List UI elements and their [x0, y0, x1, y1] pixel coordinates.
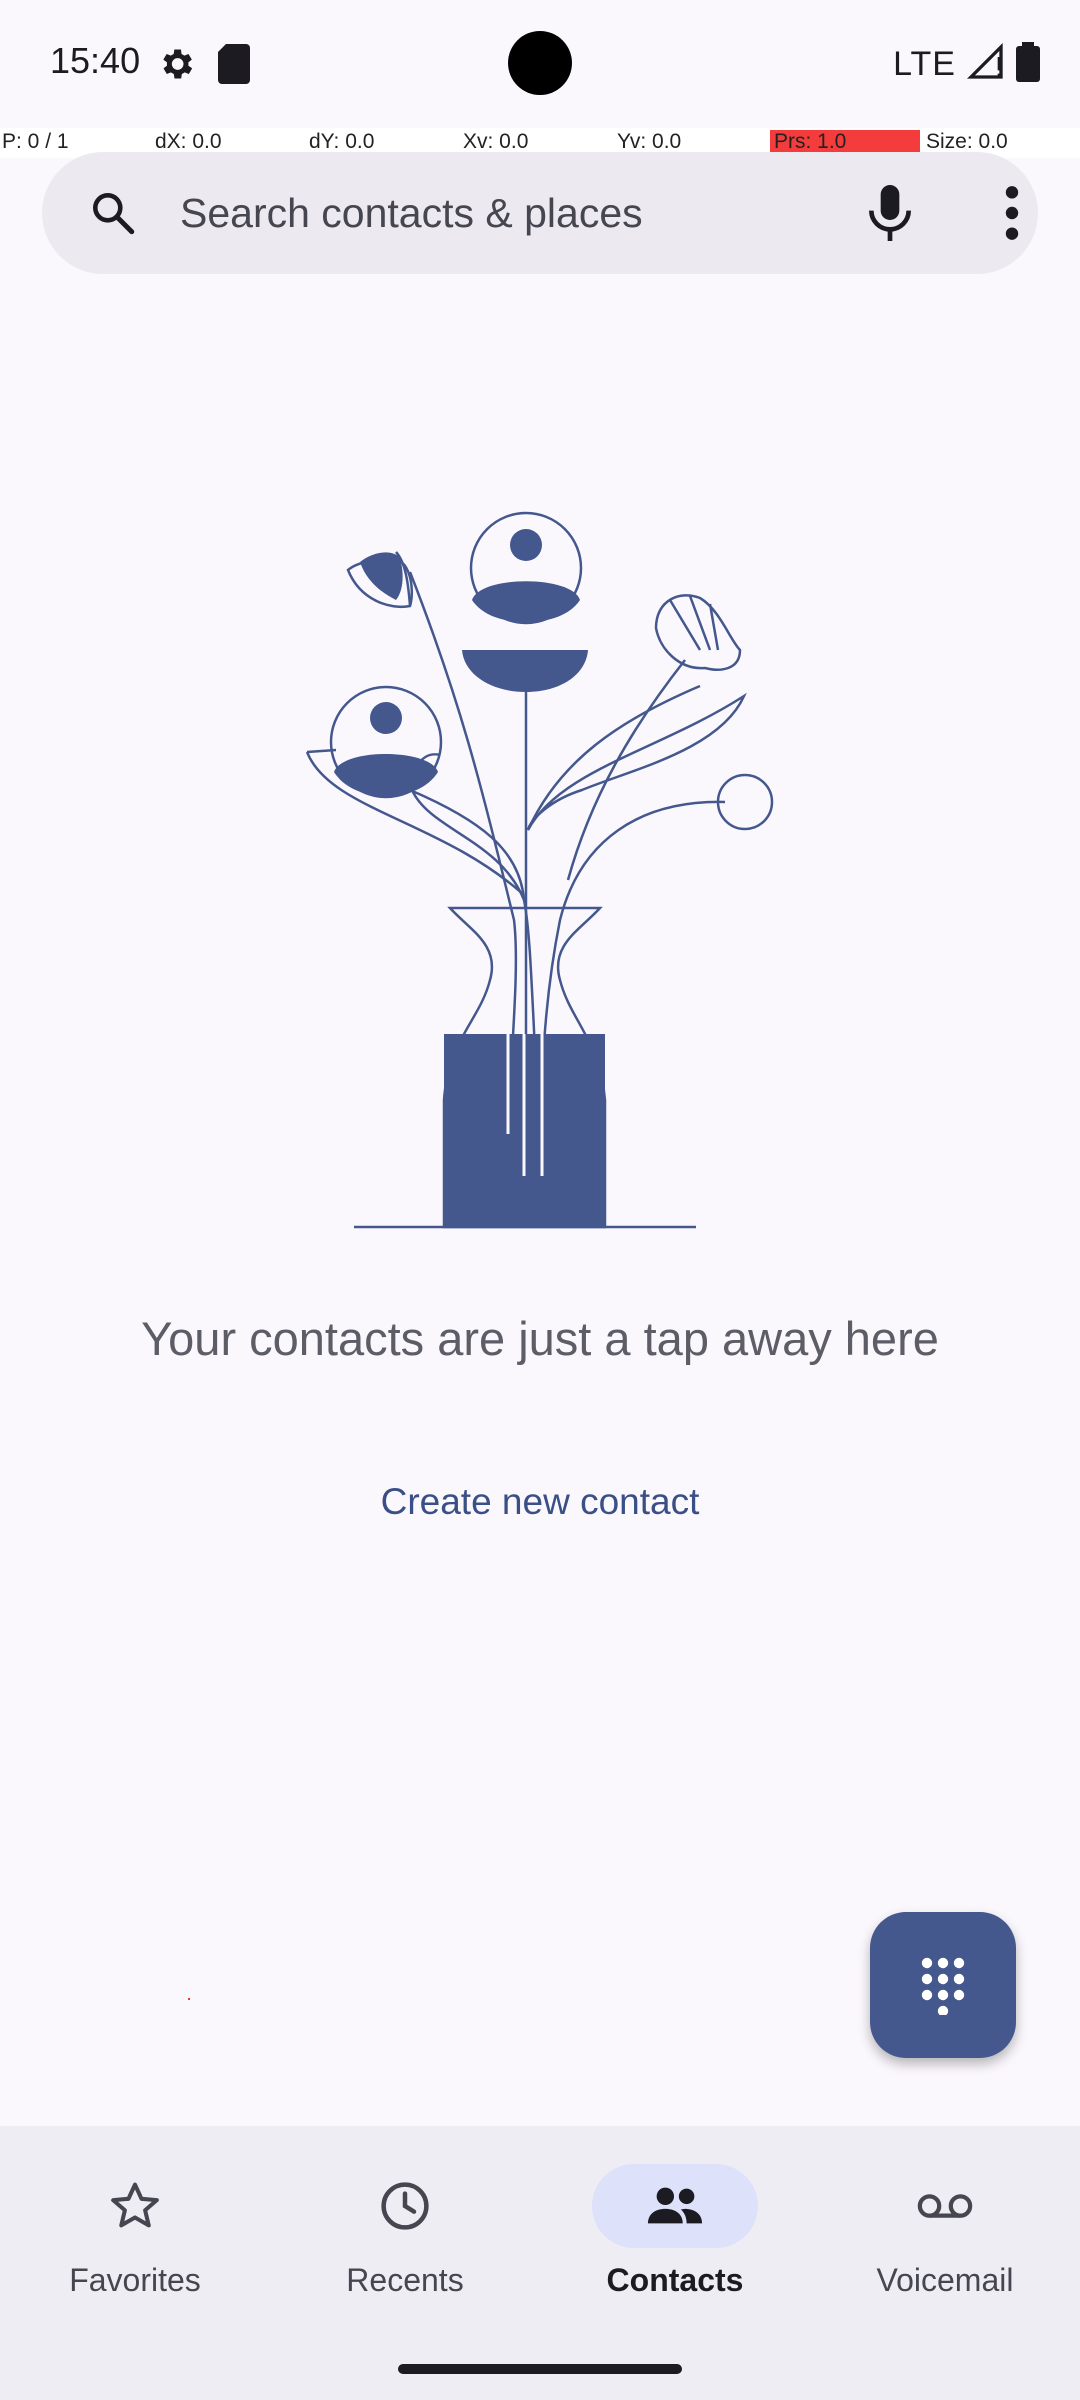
people-icon: [592, 2164, 758, 2248]
search-input[interactable]: [178, 182, 832, 244]
nav-contacts[interactable]: Contacts: [540, 2126, 810, 2326]
voicemail-icon: [862, 2164, 1028, 2248]
search-icon[interactable]: [88, 188, 138, 243]
debug-dx: dX: 0.0: [155, 130, 222, 153]
status-right: LTE: [893, 42, 1040, 87]
debug-dy: dY: 0.0: [309, 130, 375, 153]
battery-icon: [1016, 42, 1040, 87]
nav-label-contacts: Contacts: [606, 2262, 744, 2298]
sd-card-icon: [218, 44, 250, 89]
nav-label-recents: Recents: [346, 2262, 464, 2298]
network-label: LTE: [893, 45, 956, 83]
nav-favorites[interactable]: Favorites: [0, 2126, 270, 2326]
search-bar[interactable]: [42, 152, 1038, 274]
nav-recents[interactable]: Recents: [270, 2126, 540, 2326]
debug-pointer: P: 0 / 1: [2, 130, 69, 153]
clock-icon: [322, 2164, 488, 2248]
gesture-handle[interactable]: [398, 2364, 682, 2374]
microphone-icon[interactable]: [862, 182, 918, 249]
debug-xv: Xv: 0.0: [463, 130, 529, 153]
status-time: 15:40: [50, 40, 141, 81]
debug-size: Size: 0.0: [926, 130, 1008, 153]
debug-yv: Yv: 0.0: [617, 130, 682, 153]
bottom-navigation: Favorites Recents Contacts Voicemail: [0, 2126, 1080, 2400]
camera-cutout: [508, 31, 572, 95]
debug-prs: Prs: 1.0: [770, 130, 920, 154]
empty-state-message: Your contacts are just a tap away here: [141, 1312, 939, 1365]
touch-indicator: [188, 1998, 190, 2000]
settings-icon: [156, 44, 196, 89]
nav-label-favorites: Favorites: [69, 2262, 201, 2298]
status-bar: 15:40 LTE: [0, 0, 1080, 128]
signal-icon: [966, 42, 1006, 87]
empty-contacts-illustration: [300, 500, 780, 1245]
dialpad-button[interactable]: [870, 1912, 1016, 2058]
nav-label-voicemail: Voicemail: [876, 2262, 1014, 2298]
create-new-contact-button[interactable]: Create new contact: [340, 1470, 740, 1534]
star-icon: [52, 2164, 218, 2248]
more-options-icon[interactable]: [972, 182, 1052, 249]
nav-voicemail[interactable]: Voicemail: [810, 2126, 1080, 2326]
